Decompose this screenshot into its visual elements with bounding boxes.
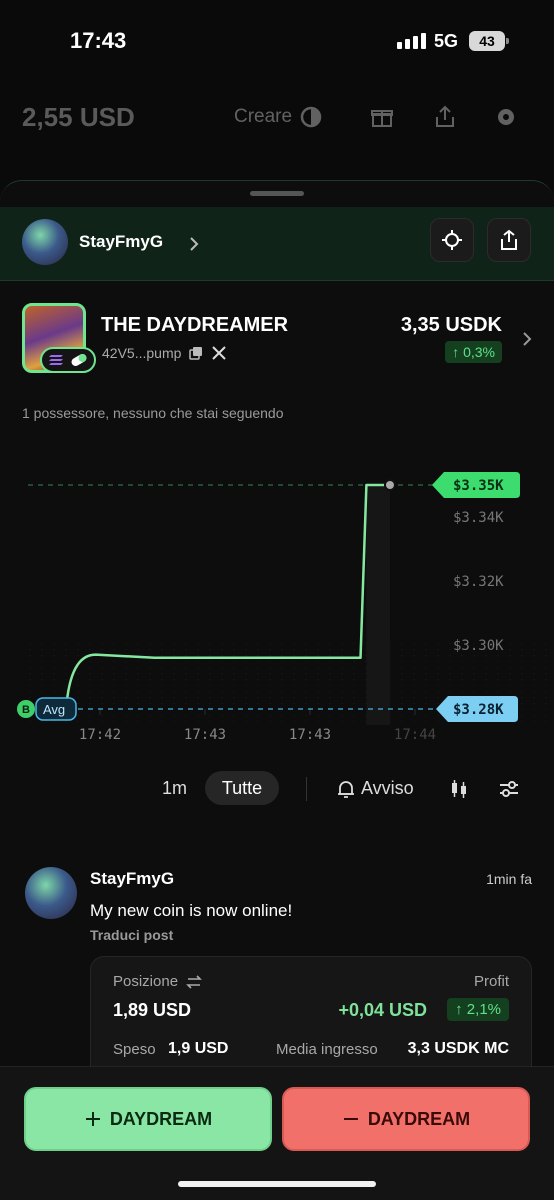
position-value: 1,89 USD (113, 1000, 192, 1020)
sell-button[interactable]: DAYDREAM (282, 1087, 530, 1151)
locate-button[interactable] (430, 218, 474, 262)
interval-all[interactable]: Tutte (205, 771, 279, 805)
position-label-row: Posizione (113, 973, 202, 990)
avg-entry-value: 3,3 USDK MC (407, 1040, 509, 1057)
spent-label: Speso (113, 1041, 156, 1058)
x-tick-label: 17:43 (289, 727, 331, 743)
profit-value: +0,04 USD (338, 1000, 427, 1020)
buy-label: DAYDREAM (109, 1108, 213, 1129)
creator-bar: StayFmyG (0, 207, 554, 281)
chart-controls: 1m Tutte Avviso (0, 769, 554, 809)
post-text: My new coin is now online! (90, 901, 293, 920)
share-button[interactable] (487, 218, 531, 262)
spent-value: 1,9 USD (168, 1040, 229, 1057)
alert-button[interactable]: Avviso (337, 778, 414, 799)
post-avatar[interactable] (25, 867, 77, 919)
pill-icon (71, 354, 87, 366)
interval-1m[interactable]: 1m (162, 778, 187, 799)
bell-icon (338, 780, 354, 798)
position-label: Posizione (113, 973, 179, 990)
swap-icon[interactable] (186, 974, 202, 989)
avg-pill-label: Avg (43, 702, 65, 717)
y-tick-label: $3.34K (453, 510, 504, 526)
current-price-label: $3.35K (453, 478, 504, 494)
x-tick-label: 17:44 (394, 727, 436, 743)
clock: 17:43 (70, 28, 127, 53)
translate-link[interactable]: Traduci post (90, 927, 173, 943)
token-address-row: 42V5...pump (102, 345, 227, 361)
chevron-right-icon (190, 237, 199, 251)
x-logo-icon[interactable] (211, 345, 227, 361)
divider (306, 777, 307, 801)
top-bar: 2,55 USD Creare (0, 90, 554, 146)
network-type: 5G (434, 31, 459, 51)
status-bar: 17:43 5G 43 (0, 0, 554, 80)
sheet-grabber[interactable] (250, 191, 304, 196)
token-name: THE DAYDREAMER (101, 314, 289, 336)
price-chart[interactable]: $3.34K$3.32K$3.30K$3.28K$3.35K$3.28KBAvg… (0, 453, 554, 783)
chevron-right-icon[interactable] (522, 331, 532, 347)
battery-icon: 43 (469, 31, 509, 51)
profit-pct-badge: ↑ 2,1% (447, 998, 509, 1021)
create-label: Creare (234, 106, 293, 127)
recent-shade (366, 485, 390, 725)
action-bar: DAYDREAM DAYDREAM (0, 1066, 554, 1200)
home-indicator[interactable] (178, 1181, 376, 1187)
y-tick-label: $3.32K (453, 574, 504, 590)
gear-icon[interactable] (493, 104, 519, 130)
token-price: 3,35 USDK (400, 314, 502, 336)
creator-username[interactable]: StayFmyG (79, 232, 163, 252)
data-point (383, 479, 396, 491)
post-time: 1min fa (486, 871, 532, 887)
token-sheet: StayFmyG THE DAYDREAMER 42V5...pump 3,35… (0, 180, 554, 1200)
candlestick-icon[interactable] (448, 778, 470, 800)
avg-entry-label: Media ingresso (276, 1041, 378, 1058)
minus-icon (343, 1118, 358, 1120)
copy-icon[interactable] (189, 346, 203, 360)
holders-text: 1 possessore, nessuno che stai seguendo (22, 405, 284, 421)
plus-icon (85, 1112, 100, 1126)
create-button[interactable]: Creare (234, 106, 322, 128)
share-icon[interactable] (432, 104, 458, 130)
chain-badge (40, 347, 96, 373)
settings-sliders-icon[interactable] (498, 778, 520, 800)
y-tick-label: $3.30K (453, 638, 504, 654)
balance: 2,55 USD (22, 102, 135, 132)
price-series-line (64, 483, 390, 710)
x-tick-label: 17:43 (184, 727, 226, 743)
token-address: 42V5...pump (102, 345, 182, 361)
sell-label: DAYDREAM (367, 1108, 471, 1129)
x-tick-label: 17:42 (79, 727, 121, 743)
buy-marker-label: B (22, 704, 30, 716)
loading-icon (300, 106, 322, 128)
avatar[interactable] (22, 219, 68, 265)
share-icon (501, 229, 517, 250)
price-change-badge: ↑ 0,3% (445, 341, 502, 363)
profit-label: Profit (473, 973, 509, 990)
gift-icon[interactable] (369, 104, 395, 130)
avg-price-label: $3.28K (453, 702, 504, 718)
solana-icon (49, 355, 63, 365)
alert-label: Avviso (361, 778, 414, 798)
crosshair-icon (442, 230, 462, 250)
post-author[interactable]: StayFmyG (90, 869, 174, 889)
buy-button[interactable]: DAYDREAM (24, 1087, 272, 1151)
signal-icon (397, 33, 426, 49)
